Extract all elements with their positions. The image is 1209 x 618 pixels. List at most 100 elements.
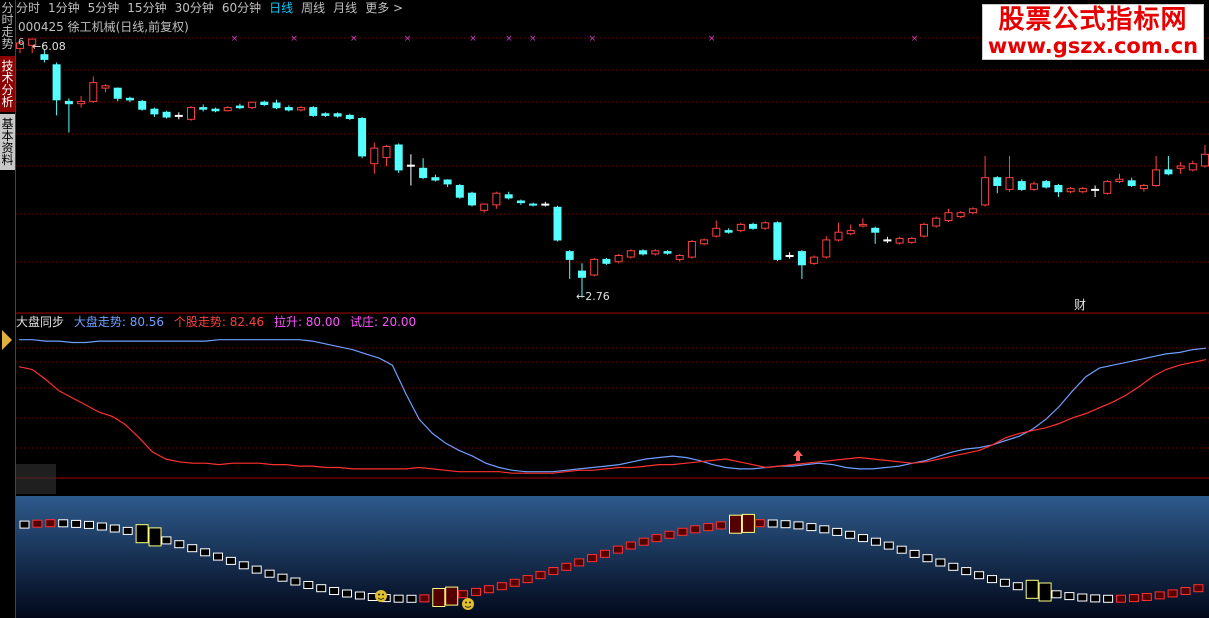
- candle-body: [187, 107, 195, 120]
- indicator-legend: 大盘同步 大盘走势: 80.56 个股走势: 82.46 拉升: 80.00 试…: [16, 315, 416, 329]
- candle: [187, 106, 195, 121]
- candle-body: [712, 227, 721, 237]
- menu-item-0[interactable]: 分时: [16, 0, 40, 16]
- watermark-title: 股票公式指标网: [998, 5, 1188, 35]
- signal-box: [896, 545, 907, 554]
- candle-body: [883, 239, 892, 242]
- chevron-right-icon: [2, 330, 12, 350]
- signal-box: [1051, 590, 1062, 599]
- signal-box: [432, 588, 446, 607]
- candle-body: [101, 85, 110, 89]
- candle: [248, 101, 257, 110]
- candle-body: [944, 212, 953, 221]
- candle: [394, 143, 403, 173]
- signal-box: [148, 527, 162, 547]
- candle: [687, 239, 696, 259]
- candle-body: [578, 270, 586, 278]
- left-arrow-icon: ←: [32, 40, 42, 53]
- buy-arrow-icon: [793, 450, 803, 461]
- signal-box: [277, 573, 288, 582]
- legend-index-trend: 大盘走势: 80.56: [73, 315, 165, 329]
- candle-body: [663, 251, 672, 254]
- candle-body: [235, 105, 244, 109]
- candle-body: [1030, 183, 1038, 190]
- signal-box: [122, 526, 133, 535]
- signal-box: [1064, 592, 1075, 601]
- candle: [895, 236, 904, 245]
- signal-box: [84, 520, 94, 529]
- signal-box: [1180, 587, 1191, 595]
- candle-body: [1164, 169, 1173, 175]
- signal-box: [1012, 582, 1023, 591]
- menu-item-9[interactable]: 更多 >: [365, 0, 403, 16]
- tab-fundamentals[interactable]: 基本资料: [0, 114, 15, 170]
- candle: [810, 255, 819, 265]
- candle-body: [810, 256, 819, 264]
- signal-box: [1193, 584, 1204, 593]
- candle-body: [272, 102, 281, 109]
- signal-box: [935, 558, 946, 567]
- menu-item-1[interactable]: 1分钟: [48, 0, 80, 16]
- menu-item-4[interactable]: 30分钟: [175, 0, 214, 16]
- candle-body: [687, 241, 696, 258]
- menu-item-3[interactable]: 15分钟: [127, 0, 166, 16]
- signal-box: [716, 521, 727, 530]
- candle-body: [529, 203, 538, 206]
- menu-item-6[interactable]: 日线: [269, 0, 293, 16]
- candle: [309, 106, 318, 117]
- candle-body: [443, 179, 452, 185]
- signal-box: [342, 589, 352, 598]
- candle-body: [920, 223, 928, 237]
- signal-box: [690, 525, 701, 534]
- panel-collapse-handle[interactable]: [0, 326, 15, 354]
- signal-box: [999, 578, 1010, 587]
- candle-body: [1176, 165, 1185, 169]
- signal-box: [664, 530, 675, 539]
- candle-body: [773, 222, 782, 260]
- signal-box: [922, 554, 933, 563]
- candle-body: [162, 111, 171, 118]
- menu-item-2[interactable]: 5分钟: [88, 0, 120, 16]
- low-price-value: 2.76: [585, 290, 610, 303]
- cross-marker: ×: [529, 34, 537, 44]
- candle-body: [1115, 178, 1124, 182]
- stock-trend-line: [18, 359, 1207, 474]
- tab-technical-analysis[interactable]: 技术分析: [0, 56, 15, 112]
- candle-body: [419, 167, 428, 179]
- finance-marker[interactable]: 财: [1074, 298, 1086, 312]
- menu-item-8[interactable]: 月线: [333, 0, 357, 16]
- candle-body: [846, 230, 855, 235]
- candle-body: [468, 192, 476, 206]
- menu-item-7[interactable]: 周线: [301, 0, 325, 16]
- menu-item-5[interactable]: 60分钟: [222, 0, 261, 16]
- candle-body: [590, 258, 599, 276]
- signal-box: [574, 558, 585, 567]
- tab-intraday[interactable]: 分时走势: [0, 0, 15, 52]
- candle: [761, 221, 770, 230]
- signal-box: [471, 587, 481, 596]
- indicator-pane[interactable]: [16, 339, 1209, 479]
- signal-background: [16, 496, 1209, 618]
- signal-box: [1154, 591, 1165, 600]
- candle-body: [797, 251, 806, 266]
- signal-box: [741, 513, 755, 533]
- signal-box: [535, 571, 546, 580]
- candle-body: [736, 223, 745, 232]
- signal-box: [793, 521, 804, 530]
- candle-body: [700, 239, 709, 245]
- bottom-signal-pane[interactable]: [16, 464, 1209, 618]
- signal-box: [870, 537, 881, 546]
- candle-body: [1201, 153, 1209, 167]
- cross-marker: ×: [589, 34, 597, 44]
- signal-box: [600, 549, 610, 558]
- candle-body: [639, 250, 647, 255]
- candle-body: [968, 208, 977, 214]
- candle-body: [382, 146, 391, 158]
- candle: [553, 205, 562, 242]
- smiley-icon: [462, 598, 474, 610]
- candle: [773, 221, 782, 261]
- left-tab-bar: 分时走势 技术分析 基本资料: [0, 0, 16, 618]
- candlestick-pane[interactable]: ××××××××××××: [16, 16, 1209, 314]
- candle: [358, 117, 367, 159]
- signal-box: [651, 534, 662, 543]
